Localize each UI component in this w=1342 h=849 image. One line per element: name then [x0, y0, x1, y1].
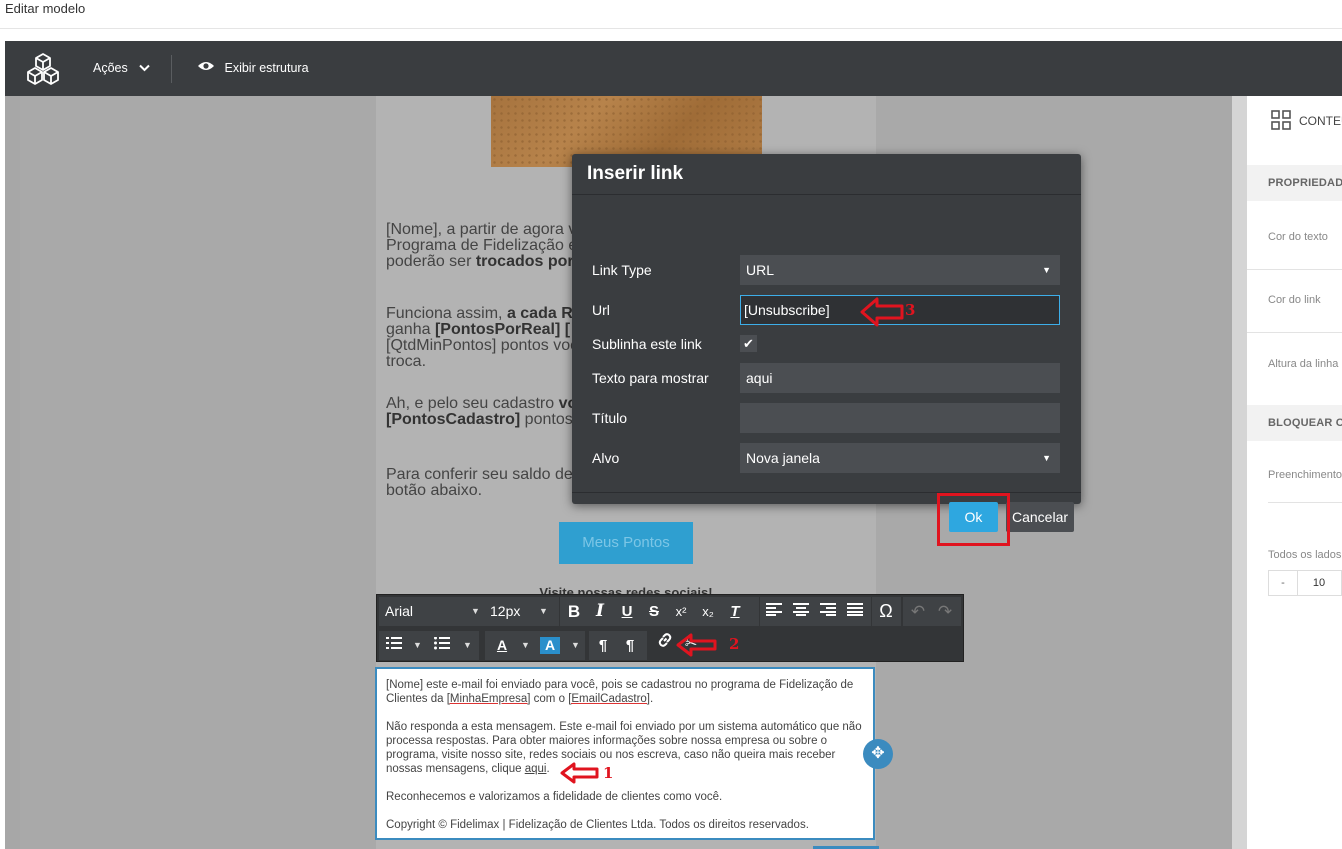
ltr-icon[interactable]: ¶ [591, 631, 615, 660]
target-label: Alvo [592, 450, 620, 466]
padding-label: Preenchimento [1268, 469, 1342, 481]
link-type-label: Link Type [592, 262, 652, 278]
move-handle-icon[interactable]: ✥ [863, 739, 893, 769]
italic-icon[interactable]: I [588, 597, 612, 626]
align-justify-icon[interactable] [843, 597, 867, 626]
align-right-icon[interactable] [816, 597, 840, 626]
divider [1247, 269, 1342, 270]
align-center-icon[interactable] [789, 597, 813, 626]
properties-header[interactable]: PROPRIEDADE [1247, 165, 1342, 201]
chevron-down-icon: ▼ [521, 640, 530, 650]
page-title: Editar modelo [5, 1, 86, 16]
undo-icon[interactable]: ↶ [906, 597, 930, 626]
chevron-down-icon: ▼ [471, 606, 480, 616]
dialog-title: Inserir link [587, 163, 684, 184]
show-structure-button[interactable]: Exibir estrutura [197, 41, 309, 96]
background-color-icon[interactable]: A [540, 637, 560, 654]
eye-icon [197, 41, 215, 96]
toolbar-separator [171, 55, 172, 83]
chevron-down-icon: ▼ [1042, 265, 1051, 275]
annotation-number: 2 [729, 635, 740, 653]
font-size-select[interactable]: 12px [490, 597, 520, 626]
divider [1247, 332, 1342, 333]
link-color-label: Cor do link [1268, 294, 1321, 306]
text-color-label: Cor do texto [1268, 231, 1328, 243]
stepper-minus-button[interactable]: - [1269, 571, 1298, 595]
insert-link-icon[interactable] [653, 629, 677, 658]
ordered-list-icon[interactable] [383, 631, 405, 660]
unsubscribe-link-text[interactable]: aqui [525, 763, 547, 775]
strikethrough-icon[interactable]: S [642, 597, 666, 626]
chevron-down-icon: ▼ [413, 640, 422, 650]
ok-highlight-box [937, 493, 1010, 546]
all-sides-label: Todos os lados [1268, 549, 1342, 561]
text-color-icon[interactable]: A [491, 631, 513, 660]
tab-content[interactable]: CONTEU [1299, 114, 1342, 128]
actions-menu[interactable]: Ações [93, 41, 150, 96]
title-label: Título [592, 410, 628, 426]
bold-icon[interactable]: B [562, 597, 586, 626]
title-input[interactable] [740, 403, 1060, 433]
chevron-down-icon: ▼ [539, 606, 548, 616]
chevron-down-icon [139, 41, 150, 96]
actions-label: Ações [93, 61, 128, 75]
footer-paragraph-2: Não responda a esta mensagem. Este e-mai… [386, 721, 862, 775]
superscript-icon[interactable]: x² [669, 597, 693, 626]
underline-checkbox[interactable]: ✔ [740, 335, 757, 352]
line-height-label: Altura da linha [1268, 358, 1339, 370]
title-divider [0, 28, 1342, 29]
cancel-button[interactable]: Cancelar [1006, 502, 1074, 532]
align-left-icon[interactable] [762, 597, 786, 626]
footer-paragraph-3: Reconhecemos e valorizamos a fidelidade … [386, 791, 723, 803]
cubes-logo-icon [25, 51, 61, 87]
special-char-icon[interactable]: Ω [874, 597, 898, 626]
insert-link-dialog: Inserir link Link Type URL ▼ Url [Unsubsc… [572, 154, 1081, 504]
canvas-margin-left [20, 96, 376, 849]
dialog-divider [572, 194, 1081, 195]
divider [1268, 502, 1342, 503]
stepper-value[interactable]: 10 [1297, 571, 1341, 595]
content-grid-icon [1271, 110, 1291, 135]
target-select[interactable]: Nova janela ▼ [740, 443, 1060, 473]
clear-format-icon[interactable]: T [723, 597, 747, 626]
editor-toolbar: Ações Exibir estrutura [5, 41, 1342, 96]
font-family-select[interactable]: Arial [385, 597, 413, 626]
underline-icon[interactable]: U [615, 597, 639, 626]
rich-text-toolbar: Arial ▼ 12px ▼ B I U S x² x₂ T Ω ↶ ↷ ▼ ▼… [376, 594, 964, 662]
chevron-down-icon: ▼ [1042, 453, 1051, 463]
display-text-input[interactable]: aqui [740, 363, 1060, 393]
annotation-arrow-icon [676, 633, 718, 662]
show-structure-label: Exibir estrutura [224, 61, 309, 75]
annotation-arrow-icon [860, 297, 904, 332]
underline-label: Sublinha este link [592, 336, 702, 352]
properties-panel: CONTEU PROPRIEDADE Cor do texto Cor do l… [1247, 96, 1342, 849]
chevron-down-icon: ▼ [463, 640, 472, 650]
annotation-number: 3 [905, 301, 916, 319]
redo-icon[interactable]: ↷ [933, 597, 957, 626]
footer-text-block[interactable]: [Nome] este e-mail foi enviado para você… [375, 667, 875, 840]
chevron-down-icon: ▼ [571, 640, 580, 650]
rtl-icon[interactable]: ¶ [618, 631, 642, 660]
annotation-number: 1 [603, 764, 614, 782]
bullet-list-icon[interactable] [431, 631, 453, 660]
footer-paragraph-4: Copyright © Fidelimax | Fidelização de C… [386, 819, 809, 831]
link-type-select[interactable]: URL ▼ [740, 255, 1060, 285]
display-text-label: Texto para mostrar [592, 370, 709, 386]
panel-gutter [1232, 96, 1247, 849]
meus-pontos-button[interactable]: Meus Pontos [559, 522, 693, 564]
padding-stepper[interactable]: - 10 [1268, 570, 1342, 596]
url-label: Url [592, 302, 610, 318]
block-options-header[interactable]: BLOQUEAR OP [1247, 405, 1342, 441]
annotation-arrow-icon [560, 762, 600, 789]
footer-paragraph-1: [Nome] este e-mail foi enviado para você… [386, 679, 854, 705]
subscript-icon[interactable]: x₂ [696, 597, 720, 626]
